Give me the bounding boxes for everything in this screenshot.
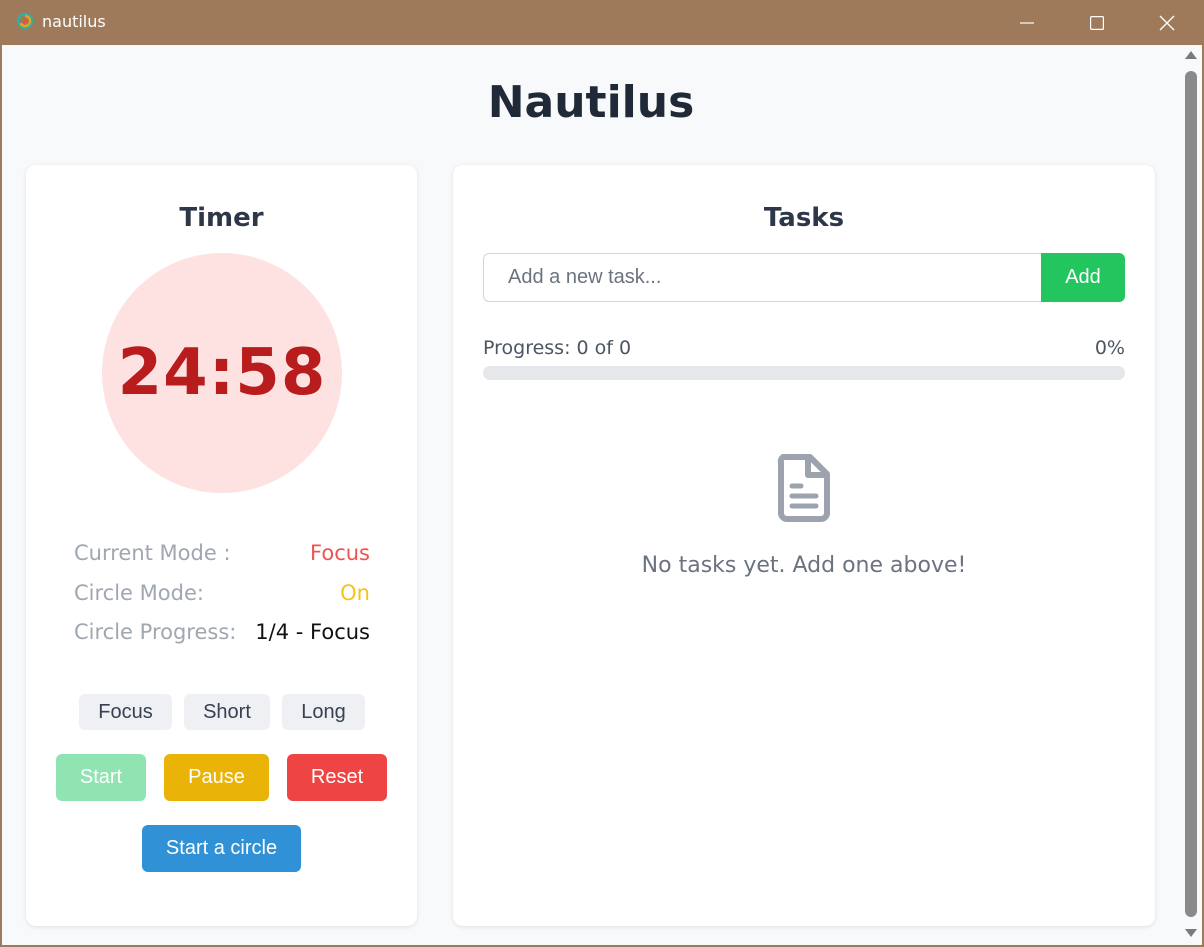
circle-progress-label: Circle Progress: bbox=[74, 620, 237, 644]
start-button[interactable]: Start bbox=[56, 754, 146, 801]
current-mode-label: Current Mode : bbox=[74, 541, 231, 565]
tasks-card: Tasks Add Progress: 0 of 0 0% No tasks y… bbox=[453, 165, 1155, 926]
progress-percent: 0% bbox=[1094, 337, 1125, 359]
reset-button[interactable]: Reset bbox=[287, 754, 387, 801]
focus-mode-button[interactable]: Focus bbox=[79, 694, 172, 730]
minimize-icon bbox=[1020, 21, 1034, 24]
scroll-down-arrow-icon[interactable] bbox=[1185, 929, 1197, 937]
scrollbar-thumb[interactable] bbox=[1185, 71, 1197, 917]
timer-time: 24:58 bbox=[117, 336, 327, 410]
app-content: Nautilus Timer 24:58 Current Mode : Focu… bbox=[2, 45, 1202, 945]
progress-label: Progress: 0 of 0 bbox=[483, 337, 632, 359]
window-title: nautilus bbox=[42, 12, 106, 31]
maximize-button[interactable] bbox=[1062, 0, 1132, 45]
maximize-icon bbox=[1090, 15, 1104, 30]
circle-progress-row: Circle Progress: 1/4 - Focus bbox=[74, 618, 370, 646]
circle-mode-row: Circle Mode: On bbox=[74, 579, 370, 607]
start-circle-button[interactable]: Start a circle bbox=[142, 825, 301, 872]
window-titlebar[interactable]: nautilus bbox=[0, 0, 1204, 45]
document-icon bbox=[777, 454, 830, 522]
minimize-button[interactable] bbox=[992, 0, 1062, 45]
short-break-button[interactable]: Short bbox=[184, 694, 270, 730]
empty-state-message: No tasks yet. Add one above! bbox=[641, 553, 967, 578]
progress-bar bbox=[483, 366, 1125, 380]
current-mode-row: Current Mode : Focus bbox=[74, 539, 370, 567]
pause-button[interactable]: Pause bbox=[164, 754, 269, 801]
timer-heading: Timer bbox=[179, 203, 264, 233]
timer-display: 24:58 bbox=[102, 253, 342, 493]
scroll-up-arrow-icon[interactable] bbox=[1185, 51, 1197, 59]
long-break-button[interactable]: Long bbox=[282, 694, 365, 730]
current-mode-value: Focus bbox=[310, 541, 370, 565]
circle-mode-value: On bbox=[340, 581, 370, 605]
add-task-button[interactable]: Add bbox=[1041, 253, 1125, 302]
close-icon bbox=[1159, 15, 1175, 30]
timer-card: Timer 24:58 Current Mode : Focus Circle … bbox=[26, 165, 417, 926]
circle-mode-label: Circle Mode: bbox=[74, 581, 204, 605]
vertical-scrollbar[interactable] bbox=[1180, 45, 1202, 945]
page-title: Nautilus bbox=[487, 77, 695, 128]
circle-progress-value: 1/4 - Focus bbox=[255, 620, 370, 644]
close-button[interactable] bbox=[1132, 0, 1202, 45]
nautilus-logo-icon bbox=[16, 12, 34, 30]
tasks-heading: Tasks bbox=[763, 203, 845, 233]
new-task-input[interactable] bbox=[483, 253, 1043, 302]
